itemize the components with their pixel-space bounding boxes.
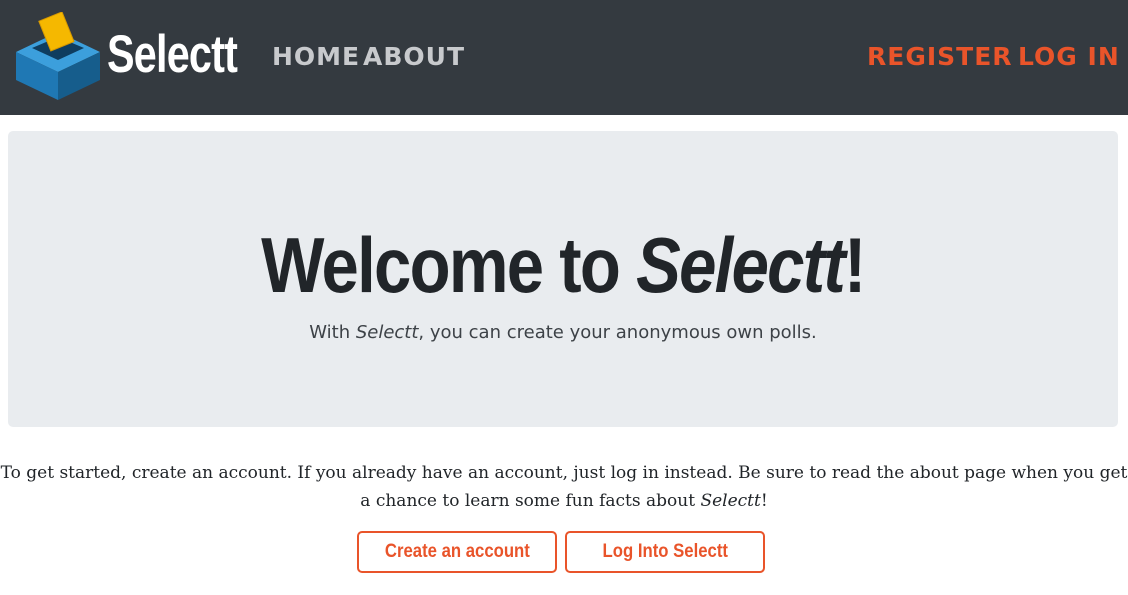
hero-subtitle-suffix: , you can create your anonymous own poll… [418,322,817,343]
ballot-box-icon[interactable] [12,12,104,102]
hero-title-prefix: Welcome to [261,221,637,309]
hero-title-suffix: ! [844,221,866,309]
intro-suffix: ! [760,491,768,511]
hero-subtitle-prefix: With [309,322,356,343]
create-account-label: Create an account [384,541,530,562]
brand-logo-text[interactable]: Selectt [107,24,238,86]
hero-title: Welcome to Selectt! [8,215,1118,315]
nav-about-link[interactable]: ABOUT [363,40,465,74]
intro-paragraph: To get started, create an account. If yo… [0,459,1128,515]
nav-login-link[interactable]: LOG IN [1018,40,1120,74]
intro-brand: Selectt [700,491,761,511]
log-into-button[interactable]: Log Into Selectt [565,531,765,573]
nav-register-link[interactable]: REGISTER [867,40,1013,74]
log-into-label: Log Into Selectt [602,541,728,562]
navbar: Selectt HOME ABOUT REGISTER LOG IN [0,0,1128,115]
hero-jumbotron: Welcome to Selectt! With Selectt, you ca… [8,131,1118,427]
hero-subtitle: With Selectt, you can create your anonym… [8,319,1118,347]
nav-home-link[interactable]: HOME [272,40,360,74]
hero-subtitle-brand: Selectt [355,322,419,343]
intro-text: To get started, create an account. If yo… [0,463,1128,511]
create-account-button[interactable]: Create an account [357,531,557,573]
hero-title-brand: Selectt [636,221,846,309]
